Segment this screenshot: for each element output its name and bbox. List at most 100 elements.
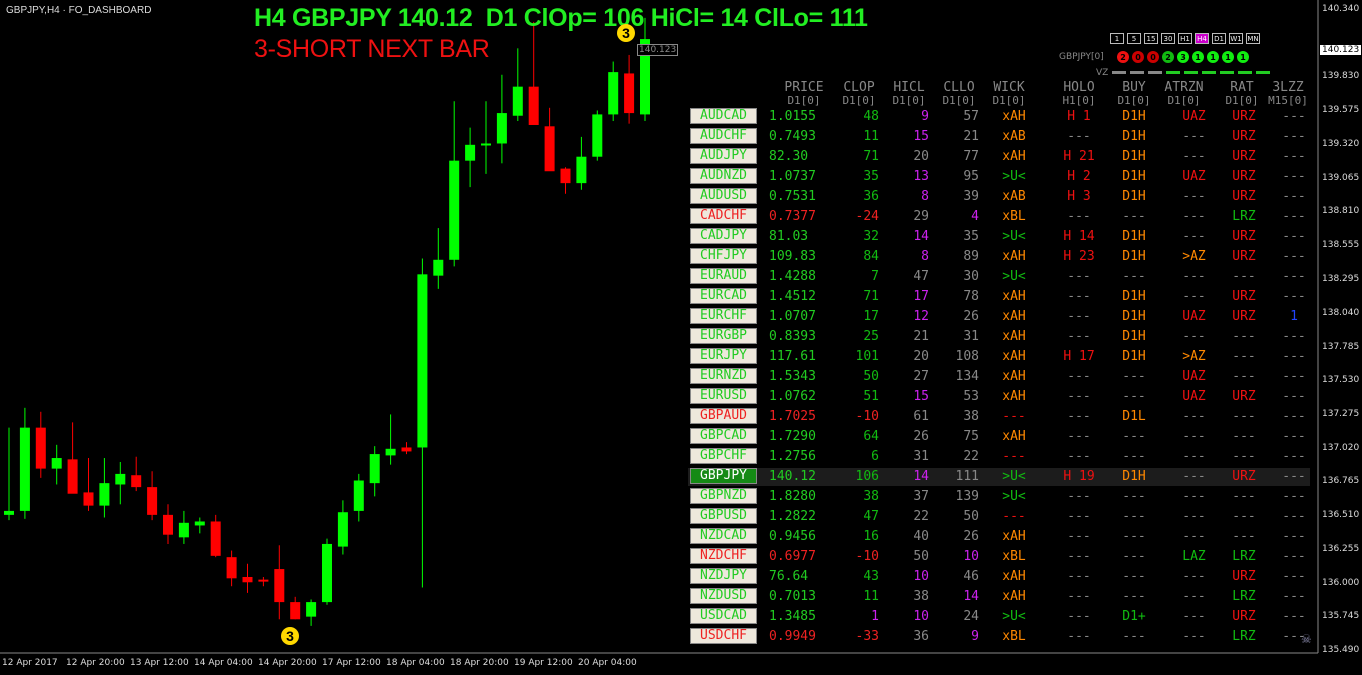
timeframe-button-h1[interactable]: H1: [1178, 33, 1192, 44]
wick-cell: xAH: [1002, 589, 1026, 604]
symbol-button[interactable]: GBPNZD: [690, 488, 757, 504]
clop-cell: 6: [871, 449, 879, 464]
symbol-button[interactable]: NZDJPY: [690, 568, 757, 584]
symbol-button[interactable]: NZDCHF: [690, 548, 757, 564]
symbol-button[interactable]: EURJPY: [690, 348, 757, 364]
hicl-cell: 21: [913, 329, 929, 344]
wick-cell: xAH: [1002, 109, 1026, 124]
candle: [465, 127, 476, 188]
candle-body: [608, 72, 619, 115]
symbol-button[interactable]: GBPCAD: [690, 428, 757, 444]
candle: [194, 517, 205, 534]
candle: [19, 407, 30, 519]
hicl-cell: 36: [913, 629, 929, 644]
zz-cell: ---: [1282, 489, 1306, 504]
candle-body: [401, 447, 412, 452]
candle: [99, 458, 110, 518]
symbol-button[interactable]: EURAUD: [690, 268, 757, 284]
buy-cell: ---: [1122, 269, 1146, 284]
holo-cell: ---: [1067, 589, 1091, 604]
holo-cell: ---: [1067, 269, 1091, 284]
timeframe-button-d1[interactable]: D1: [1212, 33, 1226, 44]
hicl-cell: 15: [913, 129, 929, 144]
candle: [433, 228, 444, 289]
symbol-button[interactable]: AUDNZD: [690, 168, 757, 184]
symbol-button[interactable]: GBPAUD: [690, 408, 757, 424]
symbol-button[interactable]: EURGBP: [690, 328, 757, 344]
wick-cell: >U<: [1002, 269, 1026, 284]
hicl-cell: 40: [913, 529, 929, 544]
symbol-button[interactable]: EURCAD: [690, 288, 757, 304]
vz-bar: [1166, 71, 1180, 74]
symbol-button[interactable]: GBPUSD: [690, 508, 757, 524]
candle: [131, 456, 142, 492]
signal-dot: 1: [1222, 51, 1234, 63]
vz-bar: [1256, 71, 1270, 74]
symbol-button[interactable]: AUDUSD: [690, 188, 757, 204]
timeframe-button-mn[interactable]: MN: [1246, 33, 1260, 44]
cllo-cell: 14: [963, 589, 979, 604]
symbol-button[interactable]: AUDJPY: [690, 148, 757, 164]
candle: [624, 54, 635, 124]
candle-body: [544, 126, 555, 172]
window-title: GBPJPY,H4 · FO_DASHBOARD: [6, 5, 152, 16]
symbol-button[interactable]: USDCAD: [690, 608, 757, 624]
candle: [51, 444, 62, 485]
symbol-button[interactable]: EURNZD: [690, 368, 757, 384]
table-row: NZDCHF 0.6977 -10 50 10 xBL --- --- LAZ LRZ ---: [688, 548, 1310, 566]
hicl-cell: 20: [913, 349, 929, 364]
wick-cell: xBL: [1002, 629, 1026, 644]
symbol-button[interactable]: AUDCAD: [690, 108, 757, 124]
column-header: HICL D1[0]: [892, 80, 926, 107]
timeframe-selector: 1 5 15 30 H1 H4 D1 W1 MN: [1110, 33, 1260, 46]
buy-cell: ---: [1122, 589, 1146, 604]
symbol-button[interactable]: CADCHF: [690, 208, 757, 224]
price-tick: 139.320: [1322, 138, 1360, 149]
time-tick: 18 Apr 04:00: [386, 658, 445, 668]
candle: [322, 538, 332, 605]
column-header: CLLO D1[0]: [942, 80, 976, 107]
timeframe-button-15[interactable]: 15: [1144, 33, 1158, 44]
symbol-button[interactable]: EURUSD: [690, 388, 757, 404]
price-tick: 139.575: [1322, 105, 1360, 116]
price-cell: 1.8280: [769, 489, 816, 504]
wick-cell: >U<: [1002, 609, 1026, 624]
symbol-button[interactable]: CHFJPY: [690, 248, 757, 264]
timeframe-button-30[interactable]: 30: [1161, 33, 1175, 44]
zz-cell: ---: [1282, 329, 1306, 344]
candle-body: [576, 156, 587, 184]
timeframe-button-w1[interactable]: W1: [1229, 33, 1243, 44]
symbol-button[interactable]: NZDUSD: [690, 588, 757, 604]
column-header: CLOP D1[0]: [842, 80, 876, 107]
price-tick: 136.765: [1322, 476, 1360, 487]
time-tick: 12 Apr 20:00: [66, 658, 125, 668]
mt4-chart-window: GBPJPY,H4 · FO_DASHBOARD H4 GBPJPY 140.1…: [0, 0, 1362, 675]
clop-cell: 38: [863, 489, 879, 504]
clop-cell: 51: [863, 389, 879, 404]
holo-cell: ---: [1067, 389, 1091, 404]
zz-cell: ---: [1282, 349, 1306, 364]
symbol-button[interactable]: CADJPY: [690, 228, 757, 244]
symbol-button[interactable]: GBPJPY: [690, 468, 757, 484]
symbol-button[interactable]: EURCHF: [690, 308, 757, 324]
candle-body: [496, 113, 507, 144]
signal-dot: 0: [1147, 51, 1159, 63]
symbol-button[interactable]: GBPCHF: [690, 448, 757, 464]
table-row: EURCAD 1.4512 71 17 78 xAH --- D1H --- URZ ---: [688, 288, 1310, 306]
cllo-cell: 38: [963, 409, 979, 424]
candle-body: [178, 522, 189, 538]
hicl-cell: 13: [913, 169, 929, 184]
symbol-button[interactable]: USDCHF: [690, 628, 757, 644]
cllo-cell: 139: [955, 489, 979, 504]
symbol-button[interactable]: AUDCHF: [690, 128, 757, 144]
candle: [83, 458, 94, 511]
candle-body: [242, 576, 253, 583]
buy-cell: D1+: [1122, 609, 1146, 624]
timeframe-button-1[interactable]: 1: [1110, 33, 1124, 44]
timeframe-button-5[interactable]: 5: [1127, 33, 1141, 44]
price-tick: 136.000: [1322, 577, 1360, 588]
buy-cell: D1H: [1122, 149, 1146, 164]
signal-dot: 1: [1192, 51, 1204, 63]
symbol-button[interactable]: NZDCAD: [690, 528, 757, 544]
timeframe-button-h4[interactable]: H4: [1195, 33, 1209, 44]
